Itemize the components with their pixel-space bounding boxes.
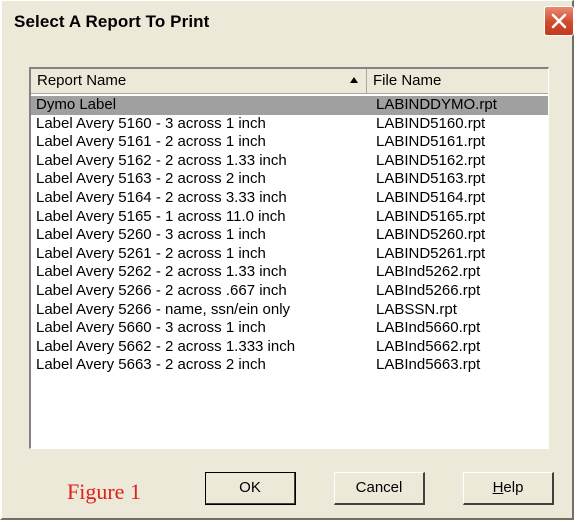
table-row[interactable]: Dymo Label LABINDDYMO.rpt: [31, 96, 548, 115]
report-name-cell: Label Avery 5266 - name, ssn/ein only: [36, 300, 291, 318]
file-name-cell: LABInd5262.rpt: [376, 263, 481, 281]
table-row[interactable]: Label Avery 5261 - 2 across 1 inch LABIND…: [31, 245, 548, 264]
file-name-cell: LABInd5663.rpt: [376, 356, 481, 374]
table-row[interactable]: Label Avery 5266 - name, ssn/ein only LAB…: [31, 301, 548, 320]
file-name-cell: LABSSN.rpt: [376, 300, 457, 318]
report-dialog: Select A Report To Print Report Name Fil…: [0, 0, 574, 520]
table-row[interactable]: Label Avery 5162 - 2 across 1.33 inch LAB…: [31, 152, 548, 171]
title-bar[interactable]: Select A Report To Print: [2, 1, 574, 41]
close-button[interactable]: [544, 6, 574, 36]
table-row[interactable]: Label Avery 5663 - 2 across 2 inch LABInd…: [31, 356, 548, 375]
file-name-cell: LABIND5160.rpt: [376, 114, 486, 132]
file-name-cell: LABInd5662.rpt: [376, 337, 481, 355]
report-name-cell: Dymo Label: [36, 96, 117, 113]
table-row[interactable]: Label Avery 5660 - 3 across 1 inch LABInd…: [31, 319, 548, 338]
report-name-cell: Label Avery 5161 - 2 across 1 inch: [36, 133, 266, 151]
report-name-cell: Label Avery 5261 - 2 across 1 inch: [36, 244, 266, 262]
table-row[interactable]: Label Avery 5266 - 2 across .667 inch LAB…: [31, 282, 548, 301]
file-name-cell: LABIND5162.rpt: [376, 151, 486, 169]
file-name-cell: LABIND5161.rpt: [376, 133, 486, 151]
file-name-cell: LABIND5165.rpt: [376, 207, 486, 225]
table-row[interactable]: Label Avery 5163 - 2 across 2 inch LABIND…: [31, 170, 548, 189]
list-rows: Dymo Label LABINDDYMO.rpt Label Avery 5160…: [31, 96, 548, 375]
cancel-button[interactable]: Cancel: [334, 472, 425, 505]
report-name-cell: Label Avery 5660 - 3 across 1 inch: [36, 319, 266, 337]
table-row[interactable]: Label Avery 5161 - 2 across 1 inch LABIND…: [31, 133, 548, 152]
report-list[interactable]: Report Name File Name Dymo Label LABINDDY…: [29, 67, 549, 449]
list-header: Report Name File Name: [31, 69, 548, 94]
report-name-cell: Label Avery 5260 - 3 across 1 inch: [36, 226, 266, 244]
file-name-cell: LABInd5266.rpt: [376, 281, 481, 299]
report-name-cell: Label Avery 5663 - 2 across 2 inch: [36, 356, 266, 374]
report-name-cell: Label Avery 5162 - 2 across 1.33 inch: [36, 151, 287, 169]
report-name-cell: Label Avery 5662 - 2 across 1.333 inch: [36, 337, 296, 355]
dialog-title: Select A Report To Print: [14, 12, 210, 31]
figure-caption: Figure 1: [67, 479, 141, 504]
report-name-cell: Label Avery 5163 - 2 across 2 inch: [36, 170, 266, 188]
table-row[interactable]: Label Avery 5164 - 2 across 3.33 inch LAB…: [31, 189, 548, 208]
report-name-cell: Label Avery 5165 - 1 across 11.0 inch: [36, 207, 286, 225]
table-row[interactable]: Label Avery 5260 - 3 across 1 inch LABIND…: [31, 226, 548, 245]
table-row[interactable]: Label Avery 5165 - 1 across 11.0 inch LAB…: [31, 208, 548, 227]
report-name-cell: Label Avery 5164 - 2 across 3.33 inch: [36, 188, 287, 206]
file-name-cell: LABIND5163.rpt: [376, 170, 486, 188]
table-row[interactable]: Label Avery 5662 - 2 across 1.333 inch LA…: [31, 338, 548, 357]
file-name-cell: LABIND5260.rpt: [376, 226, 486, 244]
close-icon: [551, 13, 567, 29]
table-row[interactable]: Label Avery 5160 - 3 across 1 inch LABIND…: [31, 115, 548, 134]
report-name-cell: Label Avery 5266 - 2 across .667 inch: [36, 281, 287, 299]
file-name-cell: LABIND5164.rpt: [376, 188, 486, 206]
report-name-cell: Label Avery 5160 - 3 across 1 inch: [36, 114, 266, 132]
report-name-cell: Label Avery 5262 - 2 across 1.33 inch: [36, 263, 287, 281]
column-header-file-name[interactable]: File Name: [367, 69, 548, 94]
column-header-label: File Name: [373, 72, 442, 89]
file-name-cell: LABINDDYMO.rpt: [376, 96, 497, 113]
ok-button[interactable]: OK: [205, 472, 296, 505]
sort-ascending-icon: [350, 77, 358, 83]
help-button[interactable]: Help: [463, 472, 554, 505]
column-header-report-name[interactable]: Report Name: [31, 69, 367, 94]
file-name-cell: LABInd5660.rpt: [376, 319, 481, 337]
table-row[interactable]: Label Avery 5262 - 2 across 1.33 inch LAB…: [31, 263, 548, 282]
file-name-cell: LABIND5261.rpt: [376, 244, 486, 262]
column-header-label: Report Name: [37, 72, 127, 89]
